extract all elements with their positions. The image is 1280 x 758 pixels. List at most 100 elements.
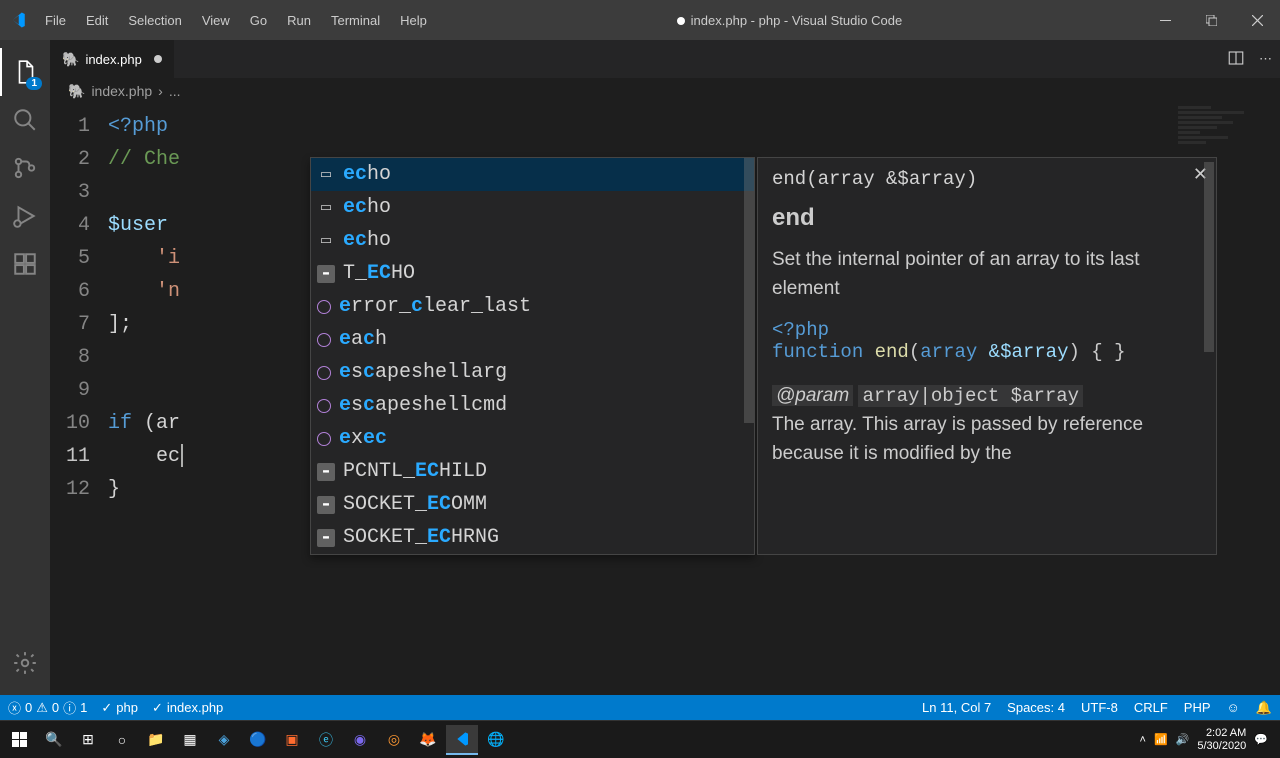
explorer-icon[interactable]: 1 — [0, 48, 50, 96]
code-editor[interactable]: 123 456 789 101112 <?php // Che $user 'i… — [50, 104, 1280, 695]
line-gutter: 123 456 789 101112 — [50, 104, 108, 695]
more-actions-icon[interactable]: ⋯ — [1259, 51, 1272, 67]
status-problems[interactable]: ⓧ0 ⚠0 ⓘ1 — [8, 698, 87, 717]
suggest-item[interactable]: ▬T_ECHO — [311, 257, 754, 290]
vscode-taskbar-icon[interactable] — [446, 725, 478, 755]
parameter-hints-widget: ✕ end(array &$array) end Set the interna… — [757, 157, 1217, 555]
constant-icon: ▬ — [317, 265, 335, 283]
chrome-taskbar-icon[interactable]: 🌐 — [480, 725, 512, 755]
menu-selection[interactable]: Selection — [118, 13, 191, 28]
title-bar: File Edit Selection View Go Run Terminal… — [0, 0, 1280, 40]
status-encoding[interactable]: UTF-8 — [1081, 700, 1118, 715]
function-icon — [317, 300, 331, 314]
doc-code-sample: <?php function end(array &$array) { } — [772, 319, 1202, 363]
edge-icon[interactable]: ⓔ — [310, 725, 342, 755]
suggest-scrollbar[interactable] — [744, 158, 754, 423]
doc-signature: end(array &$array) — [772, 168, 1202, 190]
text-cursor — [181, 444, 183, 467]
doc-param: @param array|object $array — [772, 385, 1202, 407]
menu-view[interactable]: View — [192, 13, 240, 28]
chrome-icon[interactable]: 🔵 — [242, 725, 274, 755]
editor-area: 🐘 index.php ⋯ 🐘 index.php › ... 123 456 … — [50, 40, 1280, 695]
status-feedback-icon[interactable]: ☺ — [1227, 700, 1240, 715]
suggest-item[interactable]: error_clear_last — [311, 290, 754, 323]
split-editor-icon[interactable] — [1227, 49, 1245, 70]
menu-terminal[interactable]: Terminal — [321, 13, 390, 28]
file-explorer-icon[interactable]: 📁 — [140, 725, 172, 755]
status-indent[interactable]: Spaces: 4 — [1007, 700, 1065, 715]
function-icon — [317, 399, 331, 413]
explorer-badge: 1 — [26, 77, 42, 90]
suggest-item[interactable]: ▬PCNTL_ECHILD — [311, 455, 754, 488]
suggest-item[interactable]: escapeshellcmd — [311, 389, 754, 422]
extensions-icon[interactable] — [0, 240, 50, 288]
status-bar: ⓧ0 ⚠0 ⓘ1 ✓ php ✓ index.php Ln 11, Col 7 … — [0, 695, 1280, 720]
suggest-item[interactable]: ▬SOCKET_ECHRNG — [311, 521, 754, 554]
taskbar-app-icon[interactable]: ▦ — [174, 725, 206, 755]
status-file[interactable]: ✓ index.php — [152, 700, 223, 716]
suggest-item[interactable]: exec — [311, 422, 754, 455]
menu-help[interactable]: Help — [390, 13, 437, 28]
search-taskbar-icon[interactable]: 🔍 — [38, 725, 70, 755]
menu-edit[interactable]: Edit — [76, 13, 118, 28]
function-icon — [317, 366, 331, 380]
menu-go[interactable]: Go — [240, 13, 277, 28]
tab-label: index.php — [85, 52, 141, 67]
doc-scrollbar[interactable] — [1204, 162, 1214, 352]
tray-chevron-icon[interactable]: ˄ — [1140, 734, 1146, 746]
menu-bar: File Edit Selection View Go Run Terminal… — [35, 13, 437, 28]
status-bell-icon[interactable]: 🔔 — [1256, 700, 1272, 716]
suggest-item[interactable]: ▭echo — [311, 224, 754, 257]
windows-taskbar: 🔍 ⊞ ○ 📁 ▦ ◈ 🔵 ▣ ⓔ ◉ ◎ 🦊 🌐 ˄ 📶 🔊 2:02 AM5… — [0, 720, 1280, 758]
task-view-icon[interactable]: ⊞ — [72, 725, 104, 755]
taskbar-clock[interactable]: 2:02 AM5/30/2020 — [1197, 727, 1246, 751]
editor-tabs: 🐘 index.php ⋯ — [50, 40, 1280, 78]
taskbar-app-icon[interactable]: ▣ — [276, 725, 308, 755]
window-title: index.php - php - Visual Studio Code — [437, 13, 1142, 28]
tray-volume-icon[interactable]: 🔊 — [1176, 733, 1190, 746]
suggest-item[interactable]: ▬SOCKET_ECOMM — [311, 488, 754, 521]
suggest-widget[interactable]: ▭echo ▭echo ▭echo ▬T_ECHO error_clear_la… — [310, 157, 755, 555]
settings-gear-icon[interactable] — [0, 639, 50, 687]
function-icon — [317, 333, 331, 347]
status-language[interactable]: PHP — [1184, 700, 1211, 715]
taskbar-app-icon[interactable]: ◈ — [208, 725, 240, 755]
minimize-button[interactable] — [1142, 0, 1188, 40]
menu-file[interactable]: File — [35, 13, 76, 28]
suggest-item[interactable]: ▭echo — [311, 191, 754, 224]
cortana-icon[interactable]: ○ — [106, 725, 138, 755]
taskbar-app-icon[interactable]: ◎ — [378, 725, 410, 755]
vscode-logo — [0, 11, 35, 29]
function-icon — [317, 432, 331, 446]
close-button[interactable] — [1234, 0, 1280, 40]
doc-name: end — [772, 204, 1202, 232]
suggest-item[interactable]: escapeshellarg — [311, 356, 754, 389]
run-debug-icon[interactable] — [0, 192, 50, 240]
keyword-icon: ▭ — [317, 232, 335, 250]
firefox-icon[interactable]: 🦊 — [412, 725, 444, 755]
menu-run[interactable]: Run — [277, 13, 321, 28]
status-cursor-pos[interactable]: Ln 11, Col 7 — [922, 700, 991, 715]
tray-network-icon[interactable]: 📶 — [1154, 733, 1168, 746]
suggest-item[interactable]: ▭echo — [311, 158, 754, 191]
status-eol[interactable]: CRLF — [1134, 700, 1168, 715]
modified-indicator — [154, 55, 162, 63]
activity-bar: 1 — [0, 40, 50, 695]
tray-notifications-icon[interactable]: 💬 — [1254, 733, 1268, 746]
start-button[interactable] — [4, 725, 36, 755]
constant-icon: ▬ — [317, 529, 335, 547]
taskbar-app-icon[interactable]: ◉ — [344, 725, 376, 755]
constant-icon: ▬ — [317, 463, 335, 481]
doc-param-desc: The array. This array is passed by refer… — [772, 411, 1202, 468]
suggest-item[interactable]: each — [311, 323, 754, 356]
keyword-icon: ▭ — [317, 199, 335, 217]
constant-icon: ▬ — [317, 496, 335, 514]
search-icon[interactable] — [0, 96, 50, 144]
tab-index-php[interactable]: 🐘 index.php — [50, 40, 175, 78]
doc-description: Set the internal pointer of an array to … — [772, 246, 1202, 303]
maximize-button[interactable] — [1188, 0, 1234, 40]
source-control-icon[interactable] — [0, 144, 50, 192]
breadcrumb[interactable]: 🐘 index.php › ... — [50, 78, 1280, 104]
status-lang-server[interactable]: ✓ php — [101, 700, 138, 716]
php-file-icon: 🐘 — [62, 51, 79, 68]
